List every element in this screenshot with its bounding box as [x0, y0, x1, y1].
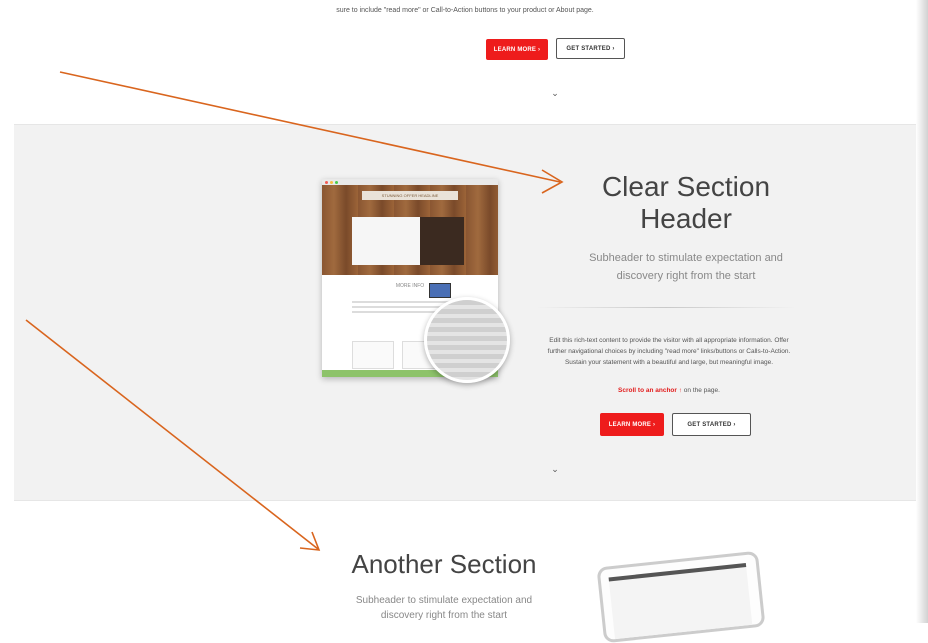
chevron-down-icon[interactable]: ⌄	[545, 464, 565, 475]
subheader-line1: Subheader to stimulate expectation and	[589, 252, 783, 264]
another-section-header: Another Section	[351, 549, 537, 579]
mockup-panel	[352, 217, 420, 265]
section-header-line2: Header	[640, 203, 732, 234]
another-subheader-line1: Subheader to stimulate expectation and	[355, 595, 533, 606]
body-line3: Sustain your statement with a beautiful …	[564, 359, 774, 366]
anchor-suffix: on the page.	[681, 387, 720, 394]
mockup-form	[420, 217, 464, 265]
anchor-line: Scroll to an anchor ↑ on the page.	[534, 387, 804, 394]
mockup-banner: STUNNING OFFER HEADLINE	[362, 191, 458, 200]
clear-section: STUNNING OFFER HEADLINE MORE INFO Clear …	[14, 124, 916, 501]
minimize-dot-icon	[330, 180, 333, 184]
mockup-info-title: MORE INFO	[395, 283, 425, 289]
top-section-text: sure to include "read more" or Call-to-A…	[336, 7, 594, 14]
body-line1: Edit this rich-text content to provide t…	[549, 337, 789, 344]
body-line2: further navigational choices by includin…	[547, 348, 791, 355]
landing-page: sure to include "read more" or Call-to-A…	[14, 0, 916, 643]
another-subheader-line2: discovery right from the start	[380, 610, 508, 621]
chevron-down-icon[interactable]: ⌄	[545, 88, 565, 99]
another-section-subheader: Subheader to stimulate expectation and d…	[324, 593, 564, 623]
maximize-dot-icon	[335, 180, 338, 184]
magnifier-icon	[424, 297, 510, 383]
mockup-box	[352, 341, 394, 369]
section-divider	[536, 307, 796, 308]
section-subheader: Subheader to stimulate expectation and d…	[536, 249, 836, 285]
tablet-image	[596, 550, 766, 643]
scroll-anchor-link[interactable]: Scroll to an anchor ↑	[618, 387, 682, 394]
section-body-text: Edit this rich-text content to provide t…	[534, 335, 804, 368]
section-header-line1: Clear Section	[601, 171, 771, 202]
section-header: Clear Section Header	[536, 171, 836, 235]
laptop-icon	[429, 283, 451, 298]
get-started-button[interactable]: GET STARTED ›	[672, 413, 751, 436]
subheader-line2: discovery right from the start	[616, 270, 756, 282]
learn-more-button[interactable]: LEARN MORE ›	[600, 413, 664, 436]
mockup-hero: STUNNING OFFER HEADLINE	[322, 185, 498, 275]
learn-more-button-top[interactable]: LEARN MORE ›	[486, 39, 548, 60]
page-shadow	[916, 0, 928, 623]
get-started-button-top[interactable]: GET STARTED ›	[556, 38, 625, 59]
close-dot-icon	[325, 180, 328, 184]
mockup-line	[352, 301, 452, 303]
tablet-screen	[608, 563, 753, 640]
top-section: sure to include "read more" or Call-to-A…	[14, 0, 916, 124]
